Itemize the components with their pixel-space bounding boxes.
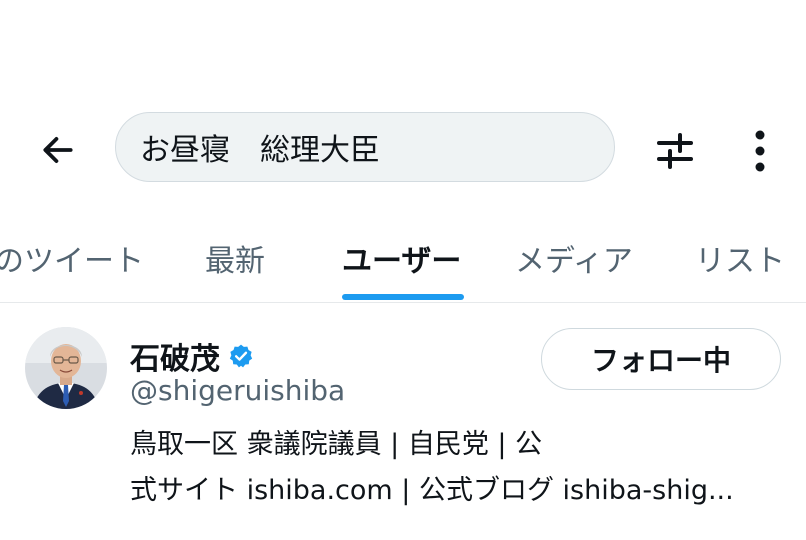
search-tabs: のツイート 最新 ユーザー メディア リスト bbox=[0, 218, 806, 303]
more-options-button[interactable] bbox=[738, 124, 782, 178]
search-box[interactable] bbox=[115, 112, 615, 182]
tab-users[interactable]: ユーザー bbox=[342, 218, 467, 302]
tab-lists[interactable]: リスト bbox=[695, 218, 795, 302]
tab-label: メディア bbox=[515, 244, 633, 279]
user-handle: @shigeruishiba bbox=[130, 374, 346, 407]
search-filter-button[interactable] bbox=[650, 126, 700, 176]
search-header bbox=[0, 100, 806, 200]
tab-label: のツイート bbox=[0, 244, 144, 279]
bio-line: 式サイト ishiba.com | 公式ブログ ishiba-shig... bbox=[130, 475, 734, 506]
arrow-left-icon bbox=[43, 137, 73, 163]
tab-label: リスト bbox=[695, 244, 785, 279]
back-button[interactable] bbox=[36, 128, 80, 172]
user-bio: 鳥取一区 衆議院議員 | 自民党 | 公 式サイト ishiba.com | 公… bbox=[130, 422, 780, 514]
search-input[interactable] bbox=[140, 129, 580, 165]
following-button[interactable]: フォロー中 bbox=[541, 328, 781, 390]
verified-badge-icon bbox=[229, 344, 253, 368]
active-tab-indicator bbox=[342, 294, 464, 300]
user-result-card[interactable]: 石破茂 @shigeruishiba フォロー中 鳥取一区 衆議院議員 | 自民… bbox=[0, 302, 806, 540]
user-name-row: 石破茂 bbox=[130, 334, 254, 378]
tab-latest[interactable]: 最新 bbox=[205, 218, 275, 302]
avatar[interactable] bbox=[25, 327, 107, 409]
user-display-name: 石破茂 bbox=[130, 342, 220, 377]
tab-media[interactable]: メディア bbox=[515, 218, 640, 302]
tab-tweets[interactable]: のツイート bbox=[0, 218, 144, 302]
tab-label: 最新 bbox=[205, 244, 265, 279]
more-vertical-icon bbox=[755, 130, 765, 172]
tab-label: ユーザー bbox=[342, 244, 462, 279]
sliders-icon bbox=[657, 133, 693, 169]
bio-line: 鳥取一区 衆議院議員 | 自民党 | 公 bbox=[130, 429, 543, 460]
